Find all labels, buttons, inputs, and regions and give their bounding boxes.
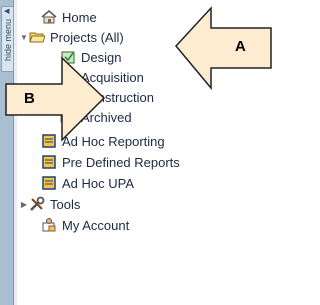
- nav-item-label: Design: [81, 49, 122, 65]
- rail-separator: [14, 0, 17, 305]
- nav-item-label: Projects (All): [50, 29, 124, 45]
- hide-menu-tab[interactable]: ◀ hide menu: [1, 6, 14, 72]
- report-icon: [41, 133, 57, 149]
- nav-item-predefined-reports[interactable]: Pre Defined Reports: [41, 152, 180, 172]
- collapsed-arrow-icon[interactable]: ▶: [20, 200, 28, 209]
- project-stage-icon: [60, 69, 76, 85]
- home-icon: [41, 9, 57, 25]
- nav-item-my-account[interactable]: My Account: [41, 215, 129, 235]
- nav-item-acquisition[interactable]: Acquisition: [60, 67, 144, 87]
- open-folder-icon: [29, 29, 46, 45]
- hide-menu-label: hide menu: [3, 18, 13, 62]
- hide-menu-rail[interactable]: ◀ hide menu: [0, 0, 14, 305]
- tools-icon: [29, 196, 45, 212]
- nav-item-label: Archived: [81, 109, 132, 125]
- project-stage-icon: [60, 49, 76, 65]
- nav-item-design[interactable]: Design: [60, 47, 121, 67]
- account-icon: [41, 217, 57, 233]
- nav-item-label: Pre Defined Reports: [62, 154, 180, 170]
- nav-item-construction[interactable]: Construction: [60, 87, 154, 107]
- nav-item-archived[interactable]: Archived: [60, 107, 132, 127]
- nav-item-label: Home: [62, 9, 97, 25]
- callout-b-label: B: [24, 90, 35, 107]
- report-icon: [41, 154, 57, 170]
- nav-item-adhoc-reporting[interactable]: Ad Hoc Reporting: [41, 131, 165, 151]
- nav-item-label: Ad Hoc UPA: [62, 175, 135, 191]
- nav-item-label: Construction: [81, 89, 154, 105]
- nav-item-projects[interactable]: ▼ Projects (All): [20, 27, 124, 47]
- nav-item-label: Ad Hoc Reporting: [62, 133, 165, 149]
- folder-icon: [60, 109, 77, 125]
- nav-item-label: Acquisition: [81, 69, 144, 85]
- nav-item-label: Tools: [50, 196, 81, 212]
- nav-item-adhoc-upa[interactable]: Ad Hoc UPA: [41, 173, 134, 193]
- expanded-arrow-icon[interactable]: ▼: [20, 33, 28, 42]
- project-stage-icon: [60, 89, 76, 105]
- callout-a-arrow: [175, 6, 272, 91]
- report-icon: [41, 175, 57, 191]
- nav-item-label: My Account: [62, 217, 130, 233]
- callout-a-label: A: [235, 38, 246, 55]
- nav-item-home[interactable]: Home: [41, 7, 97, 27]
- nav-item-tools[interactable]: ▶ Tools: [20, 194, 80, 214]
